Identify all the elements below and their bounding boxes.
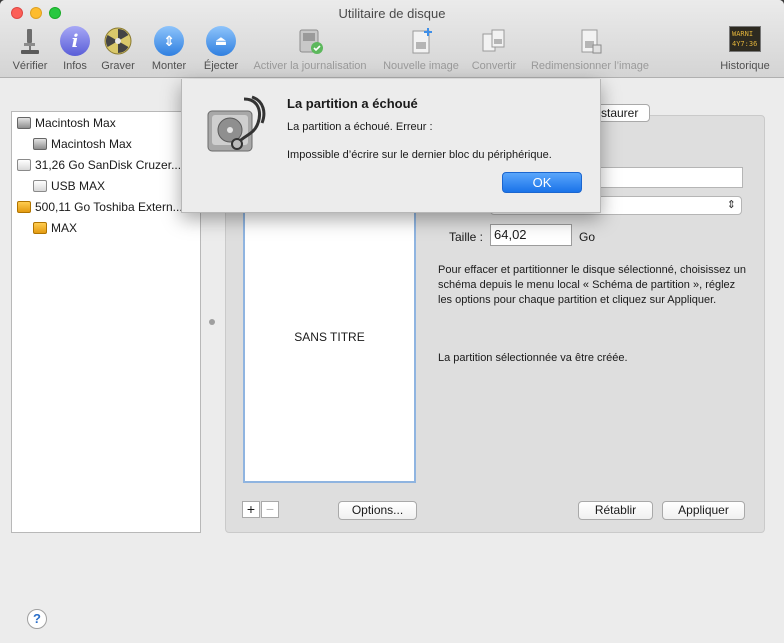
journal-tool[interactable]: Activer la journalisation — [247, 26, 373, 76]
help-button[interactable]: ? — [27, 609, 47, 629]
console-log-icon: WARNI 4Y7:36 — [729, 26, 761, 52]
apply-button[interactable]: Appliquer — [662, 501, 745, 520]
journal-label: Activer la journalisation — [253, 60, 367, 72]
dialog-title: La partition a échoué — [287, 96, 418, 111]
sidebar-item-label: MAX — [51, 221, 78, 235]
eject-tool[interactable]: ⏏ Éjecter — [200, 26, 242, 76]
disk-check-icon — [299, 29, 323, 54]
disk-utility-stethoscope-icon — [207, 95, 266, 152]
remove-partition-button[interactable]: − — [261, 501, 279, 518]
resize-image-icon — [581, 29, 602, 54]
radiation-icon — [104, 27, 132, 55]
sidebar-item-usb-max-volume[interactable]: USB MAX — [33, 176, 105, 196]
size-field[interactable]: 64,02 — [490, 224, 572, 246]
splitter-handle[interactable] — [209, 319, 215, 325]
dialog-message: La partition a échoué. Erreur : — [287, 121, 433, 133]
internal-volume-icon — [33, 138, 47, 150]
ok-button[interactable]: OK — [502, 172, 582, 193]
disk-list-sidebar[interactable]: Macintosh Max Macintosh Max 31,26 Go San… — [11, 111, 201, 533]
burn-label: Graver — [101, 60, 135, 72]
sidebar-item-toshiba-disk[interactable]: 500,11 Go Toshiba Extern... — [17, 197, 201, 217]
sidebar-item-label: Macintosh Max — [51, 137, 132, 151]
convert-label: Convertir — [471, 60, 517, 72]
disk-utility-window: Utilitaire de disque Vérifier i Infos Gr… — [0, 0, 784, 643]
size-unit: Go — [579, 230, 596, 244]
sidebar-item-label: Macintosh Max — [35, 116, 116, 130]
info-tool[interactable]: i Infos — [58, 26, 92, 76]
options-button[interactable]: Options... — [338, 501, 417, 520]
sidebar-item-label: 500,11 Go Toshiba Extern... — [35, 200, 183, 214]
error-dialog: La partition a échoué La partition a éch… — [181, 79, 601, 213]
external-volume-icon — [33, 222, 47, 234]
mount-label: Monter — [151, 60, 187, 72]
status-text: La partition sélectionnée va être créée. — [438, 352, 628, 364]
usb-disk-icon — [17, 159, 31, 171]
resize-image-tool[interactable]: Redimensionner l’image — [525, 26, 655, 76]
convert-icon — [482, 29, 505, 52]
select-arrows-icon: ⇕ — [726, 199, 736, 211]
eject-label: Éjecter — [203, 60, 239, 72]
sidebar-item-max-volume[interactable]: MAX — [33, 218, 77, 238]
eject-icon: ⏏ — [206, 26, 236, 56]
instructions-text: Pour effacer et partitionner le disque s… — [438, 264, 746, 306]
sidebar-item-label: 31,26 Go SanDisk Cruzer... — [35, 158, 182, 172]
title-bar: Utilitaire de disque Vérifier i Infos Gr… — [0, 0, 784, 78]
mount-tool[interactable]: ⇕ Monter — [148, 26, 190, 76]
history-label: Historique — [720, 60, 770, 72]
usb-volume-icon — [33, 180, 47, 192]
burn-tool[interactable]: Graver — [98, 26, 138, 76]
sidebar-item-macintosh-max-disk[interactable]: Macintosh Max — [17, 113, 116, 133]
convert-tool[interactable]: Convertir — [467, 26, 521, 76]
sidebar-item-macintosh-max-volume[interactable]: Macintosh Max — [33, 134, 132, 154]
external-disk-icon — [17, 201, 31, 213]
sidebar-item-label: USB MAX — [51, 179, 106, 193]
verify-tool[interactable]: Vérifier — [8, 26, 52, 76]
add-partition-button[interactable]: + — [242, 501, 260, 518]
mount-icon: ⇕ — [154, 26, 184, 56]
dialog-detail: Impossible d’écrire sur le dernier bloc … — [287, 149, 552, 161]
window-title: Utilitaire de disque — [338, 6, 446, 21]
microscope-icon — [21, 29, 39, 54]
new-image-tool[interactable]: Nouvelle image — [380, 26, 462, 76]
new-image-icon — [412, 28, 432, 54]
verify-label: Vérifier — [12, 60, 48, 72]
history-tool[interactable]: WARNI 4Y7:36 Historique — [716, 26, 774, 76]
new-image-label: Nouvelle image — [383, 60, 459, 72]
size-label: Taille : — [449, 230, 484, 244]
internal-disk-icon — [17, 117, 31, 129]
partition-name-label: SANS TITRE — [294, 330, 365, 344]
resize-image-label: Redimensionner l’image — [530, 60, 649, 72]
sidebar-item-sandisk-disk[interactable]: 31,26 Go SanDisk Cruzer... — [17, 155, 201, 175]
info-icon: i — [60, 26, 90, 56]
revert-button[interactable]: Rétablir — [578, 501, 653, 520]
info-label: Infos — [63, 60, 87, 72]
